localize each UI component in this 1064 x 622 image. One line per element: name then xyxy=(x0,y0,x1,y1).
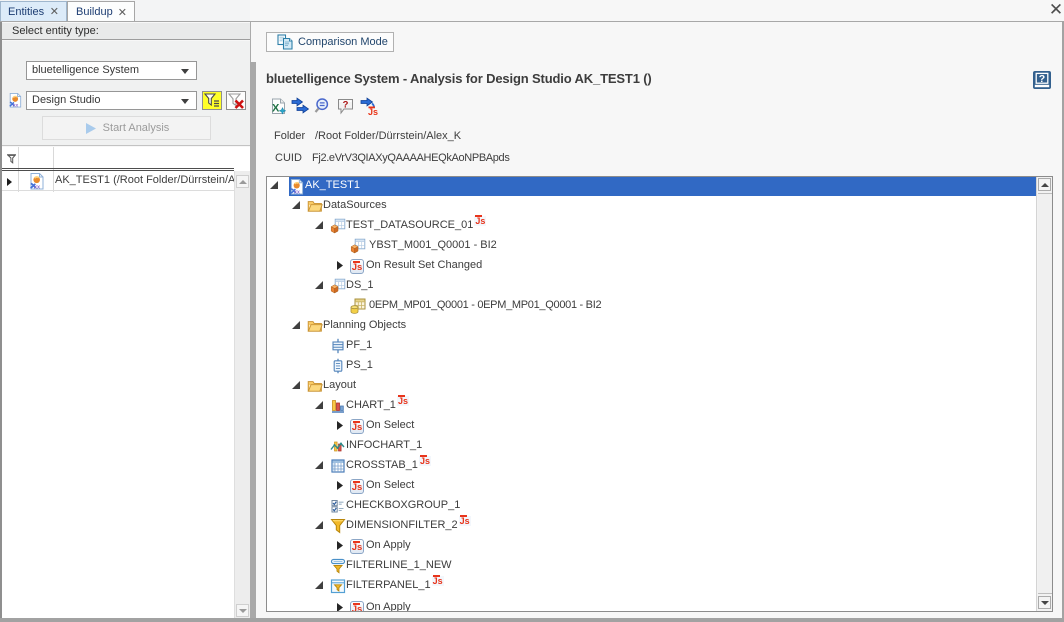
svg-text:?: ? xyxy=(343,100,349,111)
svg-text:?: ? xyxy=(1039,73,1045,85)
svg-text:Js: Js xyxy=(368,107,378,116)
svg-text:X: X xyxy=(272,103,280,115)
svg-text:xx: xx xyxy=(13,104,19,108)
svg-text:xx: xx xyxy=(34,185,41,191)
